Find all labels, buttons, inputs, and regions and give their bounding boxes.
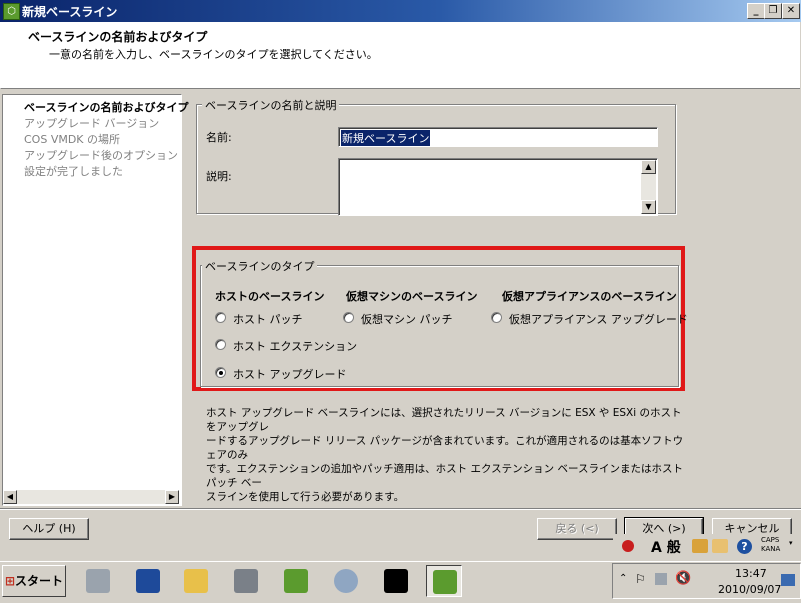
vm-patch-label[interactable]: 仮想マシン パッチ bbox=[361, 311, 453, 327]
scroll-right-icon[interactable]: ▶ bbox=[165, 490, 179, 504]
host-baseline-heading: ホストのベースライン bbox=[215, 290, 325, 303]
scroll-down-icon[interactable]: ▼ bbox=[641, 200, 656, 214]
ime-tools-icon[interactable] bbox=[712, 539, 728, 553]
ime-pad-icon[interactable] bbox=[692, 539, 708, 553]
baseline-name-value: 新規ベースライン bbox=[341, 130, 431, 146]
command-prompt-icon[interactable] bbox=[378, 565, 414, 597]
description-scrollbar[interactable]: ▲ ▼ bbox=[641, 160, 656, 214]
wizard-steps-panel: ベースラインの名前およびタイプ アップグレード バージョン COS VMDK の… bbox=[2, 94, 188, 506]
clock-time[interactable]: 13:47 bbox=[735, 567, 767, 580]
vsphere-client-icon[interactable] bbox=[278, 565, 314, 597]
caps-label: CAPS bbox=[761, 536, 780, 544]
page-subtitle: 一意の名前を入力し、ベースラインのタイプを選択してください。 bbox=[49, 48, 378, 61]
host-upgrade-radio[interactable] bbox=[215, 367, 226, 378]
kana-label: KANA bbox=[761, 545, 781, 553]
start-button[interactable]: ⊞スタート bbox=[2, 565, 66, 597]
clock-date[interactable]: 2010/09/07 bbox=[718, 583, 781, 596]
page-title: ベースラインの名前およびタイプ bbox=[28, 30, 208, 44]
powershell-icon[interactable] bbox=[130, 565, 166, 597]
host-upgrade-label[interactable]: ホスト アップグレード bbox=[233, 366, 347, 382]
windows-logo-icon: ⊞ bbox=[4, 574, 16, 588]
scroll-left-icon[interactable]: ◀ bbox=[3, 490, 17, 504]
scroll-up-icon[interactable]: ▲ bbox=[641, 160, 656, 174]
va-upgrade-label[interactable]: 仮想アプライアンス アップグレード bbox=[509, 311, 688, 327]
services-icon[interactable] bbox=[328, 565, 364, 597]
server-manager-icon[interactable] bbox=[80, 565, 116, 597]
name-group-legend: ベースラインの名前と説明 bbox=[202, 97, 340, 113]
close-button[interactable]: ✕ bbox=[782, 3, 800, 19]
info-line: ードするアップグレード リリース パッケージが含まれています。これが適用されるの… bbox=[206, 435, 684, 461]
va-baseline-heading: 仮想アプライアンスのベースライン bbox=[502, 290, 677, 303]
vsphere-client-active-icon[interactable] bbox=[426, 565, 462, 597]
type-group-legend: ベースラインのタイプ bbox=[202, 258, 318, 274]
description-label: 説明: bbox=[206, 170, 232, 183]
name-label: 名前: bbox=[206, 131, 232, 144]
va-upgrade-radio[interactable] bbox=[491, 312, 502, 323]
volume-muted-icon[interactable]: 🔇 bbox=[675, 571, 691, 586]
restore-button[interactable]: ❐ bbox=[764, 3, 782, 19]
title-bar bbox=[0, 0, 801, 22]
ime-mode[interactable]: A 般 bbox=[651, 537, 681, 557]
step-upgrade-version[interactable]: アップグレード バージョン bbox=[24, 115, 159, 131]
info-line: です。エクステンションの追加やパッチ適用は、ホスト エクステンション ベースライ… bbox=[206, 463, 683, 489]
tools-icon[interactable] bbox=[228, 565, 264, 597]
baseline-description-input[interactable]: ▲ ▼ bbox=[338, 158, 658, 216]
button-divider bbox=[0, 508, 801, 510]
back-button[interactable]: 戻る (<) bbox=[537, 518, 617, 540]
start-label: スタート bbox=[15, 574, 64, 588]
step-post-upgrade-options[interactable]: アップグレード後のオプション bbox=[24, 147, 178, 163]
language-bar: A 般 ? CAPS KANA ▾ bbox=[613, 534, 801, 560]
baseline-name-input[interactable]: 新規ベースライン bbox=[338, 127, 658, 147]
nav-horizontal-scrollbar[interactable]: ◀ ▶ bbox=[3, 490, 179, 504]
ime-icon[interactable] bbox=[622, 540, 634, 552]
explorer-icon[interactable] bbox=[178, 565, 214, 597]
host-patch-label[interactable]: ホスト パッチ bbox=[233, 311, 303, 327]
step-ready-to-complete[interactable]: 設定が完了しました bbox=[24, 163, 123, 179]
help-button[interactable]: ヘルプ (H) bbox=[9, 518, 89, 540]
caps-indicator: CAPS KANA bbox=[761, 536, 780, 554]
baseline-type-description: ホスト アップグレード ベースラインには、選択されたリリース バージョンに ES… bbox=[206, 406, 686, 504]
show-hidden-icons-icon[interactable]: ⌃ bbox=[619, 573, 627, 584]
vm-patch-radio[interactable] bbox=[343, 312, 354, 323]
window-title: 新規ベースライン bbox=[22, 5, 118, 19]
app-icon: ⬡ bbox=[3, 3, 20, 20]
vm-baseline-heading: 仮想マシンのベースライン bbox=[346, 290, 478, 303]
action-center-icon[interactable]: ⚐ bbox=[635, 572, 646, 586]
options-chevron-icon[interactable]: ▾ bbox=[789, 539, 793, 547]
info-line: ホスト アップグレード ベースラインには、選択されたリリース バージョンに ES… bbox=[206, 407, 682, 433]
info-line: スラインを使用して行う必要があります。 bbox=[206, 491, 405, 503]
network-icon[interactable] bbox=[655, 573, 667, 585]
step-name-and-type[interactable]: ベースラインの名前およびタイプ bbox=[24, 99, 188, 115]
help-icon[interactable]: ? bbox=[737, 539, 752, 554]
step-cos-vmdk-location[interactable]: COS VMDK の場所 bbox=[24, 131, 120, 147]
host-patch-radio[interactable] bbox=[215, 312, 226, 323]
host-extension-radio[interactable] bbox=[215, 339, 226, 350]
host-extension-label[interactable]: ホスト エクステンション bbox=[233, 338, 357, 354]
show-desktop-icon[interactable] bbox=[781, 574, 795, 586]
minimize-button[interactable]: _ bbox=[747, 3, 765, 19]
